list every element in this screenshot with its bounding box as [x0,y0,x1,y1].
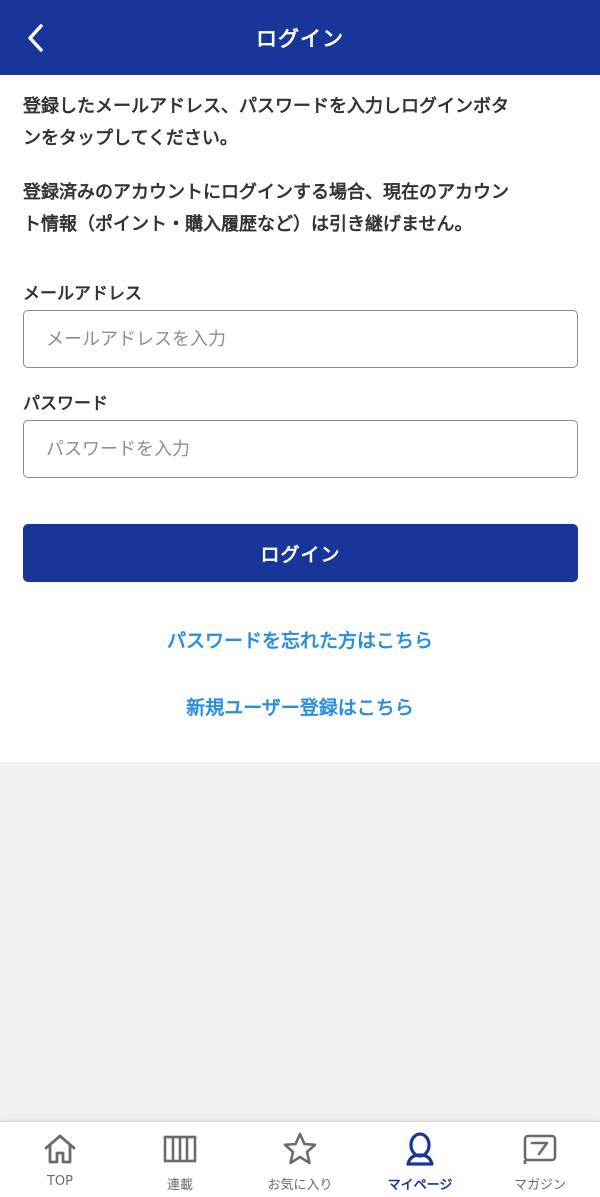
tab-label: 連載 [166,1178,193,1193]
tab-label: マガジン [513,1178,566,1193]
password-label: パスワード [23,394,108,414]
login-button[interactable]: ログイン [23,524,578,582]
tab-top[interactable]: TOP [0,1122,120,1197]
tab-serial[interactable]: 連載 [120,1122,240,1197]
back-button[interactable] [18,20,54,56]
tab-label: お気に入り [267,1178,333,1193]
intro-paragraph-2: 登録済みのアカウントにログインする場合、現在のアカウン ト情報（ポイント・購入履… [23,177,579,241]
chevron-left-icon [28,24,43,52]
intro-paragraph-1: 登録したメールアドレス、パスワードを入力しログインボタ ンをタップしてください。 [23,91,579,155]
star-icon [283,1132,317,1165]
home-icon [44,1134,76,1164]
intro-text-line: 登録済みのアカウントにログインする場合、現在のアカウン [23,182,509,203]
intro-text-line: ンをタップしてください。 [23,128,238,149]
tab-mypage[interactable]: マイページ [360,1122,480,1197]
book-icon [163,1135,197,1163]
email-field[interactable] [23,310,578,368]
app-header: ログイン [0,0,600,75]
page-title: ログイン [256,26,344,51]
intro-text-line: ト情報（ポイント・購入履歴など）は引き継げません。 [23,214,473,235]
tab-label: マイページ [387,1178,453,1193]
register-link[interactable]: 新規ユーザー登録はこちら [0,693,600,720]
tab-label: TOP [46,1174,73,1189]
intro-text-line: 登録したメールアドレス、パスワードを入力しログインボタ [23,96,509,117]
tab-magazine[interactable]: マガジン [480,1122,600,1197]
login-panel: 登録したメールアドレス、パスワードを入力しログインボタ ンをタップしてください。… [0,75,600,762]
password-field[interactable] [23,420,578,478]
user-icon [406,1132,434,1166]
magazine-icon [523,1134,557,1164]
bottom-tab-bar: TOP 連載 お気に入り マイページ マガジン [0,1121,600,1197]
email-label: メールアドレス [23,284,142,304]
tab-favorites[interactable]: お気に入り [240,1122,360,1197]
forgot-password-link[interactable]: パスワードを忘れた方はこちら [0,626,600,653]
